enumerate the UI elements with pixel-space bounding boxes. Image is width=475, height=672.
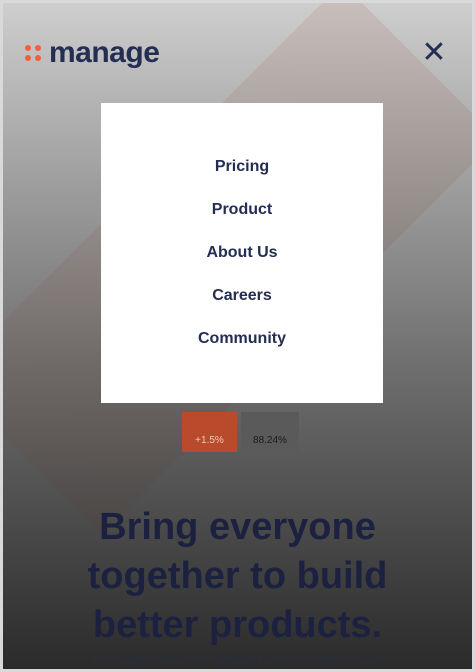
logo-dots-icon xyxy=(25,45,41,61)
stat-percent-value: 88.24% xyxy=(253,435,287,446)
stat-percent-card: 88.24% xyxy=(241,412,299,452)
stat-change-card: +1.5% xyxy=(182,412,237,452)
close-menu-button[interactable]: ✕ xyxy=(418,37,450,69)
logo-text: manage xyxy=(49,36,160,69)
hero-headline: Bring everyone together to build better … xyxy=(3,503,472,650)
nav-item-careers[interactable]: Careers xyxy=(212,275,272,318)
headline-line-1: Bring everyone xyxy=(99,506,376,548)
nav-item-product[interactable]: Product xyxy=(212,189,272,232)
site-header: manage ✕ xyxy=(3,3,472,103)
page-frame: +1.5% 88.24% Bring everyone together to … xyxy=(0,0,475,672)
headline-line-2: together to build xyxy=(87,555,388,597)
mobile-nav-menu: Pricing Product About Us Careers Communi… xyxy=(101,103,383,403)
stats-preview: +1.5% 88.24% xyxy=(182,412,299,452)
logo[interactable]: manage xyxy=(25,36,160,70)
stat-change-value: +1.5% xyxy=(195,435,224,446)
hero-subtext: Manage makes it simple for software team… xyxy=(92,651,383,668)
headline-line-3: better products. xyxy=(92,604,383,646)
nav-item-community[interactable]: Community xyxy=(198,318,286,361)
close-icon: ✕ xyxy=(421,36,447,69)
nav-item-about-us[interactable]: About Us xyxy=(206,232,277,275)
nav-item-pricing[interactable]: Pricing xyxy=(215,146,269,189)
